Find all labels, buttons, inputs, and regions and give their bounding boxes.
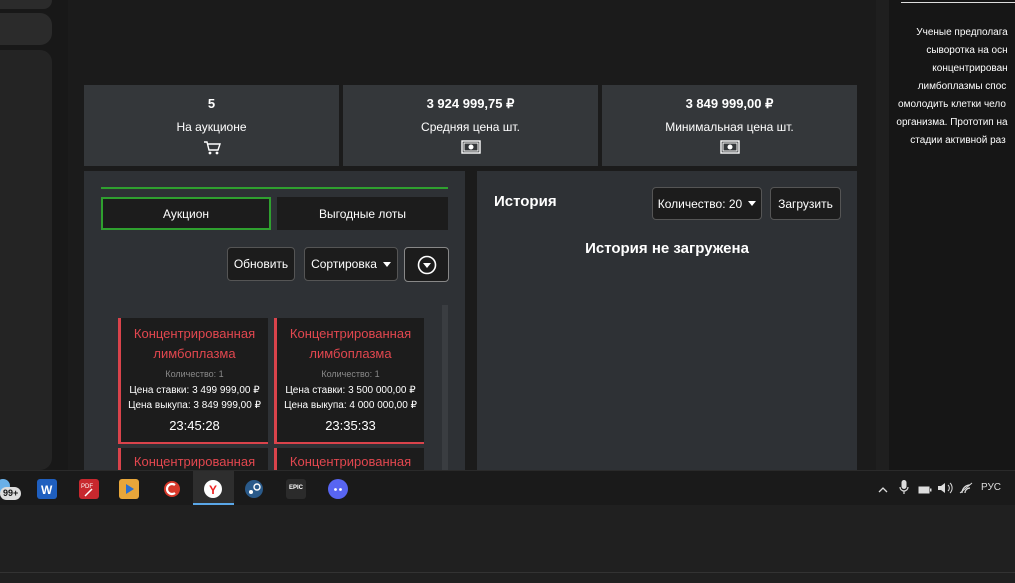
epic-games-icon[interactable]: EPIC	[286, 479, 306, 499]
svg-text:W: W	[41, 483, 53, 497]
steam-icon[interactable]	[244, 479, 264, 499]
language-indicator[interactable]: РУС	[981, 482, 1001, 493]
left-sidebar	[0, 0, 68, 470]
description-line: сыворотка на осн	[926, 45, 1008, 56]
load-button[interactable]: Загрузить	[770, 187, 841, 220]
sort-label: Сортировка	[311, 257, 377, 271]
desktop-background	[0, 505, 1015, 583]
volume-icon[interactable]	[937, 481, 953, 494]
description-line: Ученые предполага	[916, 27, 1008, 38]
windows-taskbar: 99+ W PDF Y EPIC РУС	[0, 470, 1015, 505]
count-dropdown[interactable]: Количество: 20	[652, 187, 762, 220]
lot-quantity: Количество: 1	[165, 369, 224, 379]
refresh-button[interactable]: Обновить	[227, 247, 295, 281]
wifi-icon[interactable]	[959, 481, 973, 494]
count-label: Количество: 20	[657, 196, 743, 211]
lot-card[interactable]: Концентрированная лимбоплазма Количество:…	[118, 318, 268, 444]
stat-label: Минимальная цена шт.	[665, 120, 794, 134]
load-label: Загрузить	[778, 196, 833, 211]
lot-bid-price: Цена ставки: 3 500 000,00 ₽	[285, 385, 416, 396]
stat-value: 5	[207, 96, 216, 111]
description-line: омолодить клетки чело	[898, 99, 1006, 110]
lot-buyout-price: Цена выкупа: 4 000 000,00 ₽	[284, 400, 417, 411]
weather-widget[interactable]: 99+	[0, 479, 26, 500]
description-line: лимбоплазмы спос	[917, 81, 1007, 92]
stat-min-price: 3 849 999,00 ₽ Минимальная цена шт.	[602, 85, 857, 166]
lot-quantity: Количество: 1	[321, 369, 380, 379]
description-line: стадии активной раз	[910, 135, 1006, 146]
stat-label: На аукционе	[176, 120, 247, 134]
notification-badge: 99+	[0, 487, 22, 500]
stat-on-auction: 5 На аукционе	[84, 85, 339, 166]
history-panel: История Количество: 20 Загрузить История…	[477, 171, 857, 471]
pdf-icon[interactable]: PDF	[79, 479, 99, 499]
lot-name: Концентрированная лимбоплазма	[289, 326, 412, 361]
refresh-label: Обновить	[233, 257, 289, 271]
svg-text:EPIC: EPIC	[289, 485, 304, 491]
sidebar-item[interactable]	[0, 13, 52, 45]
word-icon[interactable]: W	[37, 479, 57, 499]
description-line: организма. Прототип на	[896, 117, 1008, 128]
filter-toggle-button[interactable]	[404, 247, 449, 282]
svg-text:Y: Y	[209, 483, 217, 497]
discord-icon[interactable]	[328, 479, 348, 499]
sidebar-item[interactable]	[0, 0, 52, 9]
history-empty-message: История не загружена	[585, 240, 749, 257]
stat-label: Средняя цена шт.	[421, 120, 520, 134]
lot-timer: 23:45:28	[169, 418, 220, 433]
divider	[901, 2, 1015, 3]
tab-profitable-lots[interactable]: Выгодные лоты	[277, 197, 448, 230]
auction-panel: Аукцион Выгодные лоты Обновить Сортировк…	[84, 171, 465, 478]
sidebar-panel	[0, 50, 52, 470]
divider	[0, 572, 1015, 573]
description-line: концентрирован	[932, 63, 1008, 74]
ccleaner-icon[interactable]	[162, 479, 182, 499]
scrollbar[interactable]	[442, 305, 448, 471]
lot-name: Концентрированная лимбоплазма	[133, 326, 256, 361]
item-description-panel: Ученые предполага сыворотка на осн конце…	[889, 0, 1015, 470]
sort-dropdown[interactable]: Сортировка	[304, 247, 398, 281]
lot-name: Концентрированная	[289, 454, 412, 469]
yandex-browser-icon[interactable]: Y	[203, 479, 223, 499]
circle-chevron-down-icon	[417, 255, 436, 274]
lot-bid-price: Цена ставки: 3 499 999,00 ₽	[129, 385, 260, 396]
media-player-icon[interactable]	[119, 479, 139, 499]
history-title: История	[494, 193, 557, 210]
cash-icon	[602, 140, 857, 154]
microphone-icon[interactable]	[899, 479, 909, 495]
stat-value: 3 924 999,75 ₽	[426, 96, 515, 111]
chevron-up-icon[interactable]	[878, 482, 888, 493]
tab-auction[interactable]: Аукцион	[101, 197, 271, 230]
cart-icon	[84, 140, 339, 156]
cash-icon	[343, 140, 598, 154]
lot-card[interactable]: Концентрированная лимбоплазма Количество:…	[274, 318, 424, 444]
chevron-down-icon	[382, 261, 391, 267]
stat-value: 3 849 999,00 ₽	[685, 96, 774, 111]
lot-name: Концентрированная	[133, 454, 256, 469]
chevron-down-icon	[748, 201, 757, 206]
stat-avg-price: 3 924 999,75 ₽ Средняя цена шт.	[343, 85, 598, 166]
battery-icon[interactable]	[918, 482, 932, 494]
lot-buyout-price: Цена выкупа: 3 849 999,00 ₽	[128, 400, 261, 411]
lot-timer: 23:35:33	[325, 418, 376, 433]
active-tab-indicator	[101, 187, 448, 189]
